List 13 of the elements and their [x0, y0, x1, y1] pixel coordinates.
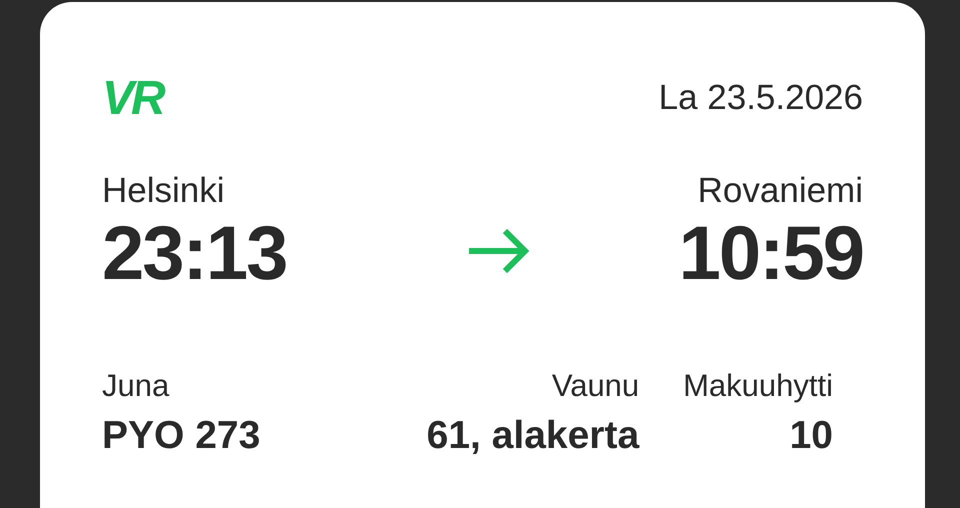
- detail-value: PYO 273: [102, 413, 262, 459]
- detail-label: Vaunu: [552, 367, 640, 405]
- detail-label: Juna: [102, 367, 170, 405]
- detail-value: 61, alakerta: [426, 413, 640, 459]
- travel-date: La 23.5.2026: [658, 78, 863, 118]
- departure-time: 23:13: [102, 212, 286, 296]
- departure-station: Helsinki: [102, 170, 226, 212]
- detail-label: Makuuhytti: [683, 367, 833, 405]
- logo: VR: [102, 70, 163, 126]
- arrival-station: Rovaniemi: [698, 170, 863, 212]
- arrival-time: 10:59: [678, 212, 863, 296]
- detail-value: 10: [790, 413, 833, 459]
- arrow-icon: [466, 228, 528, 274]
